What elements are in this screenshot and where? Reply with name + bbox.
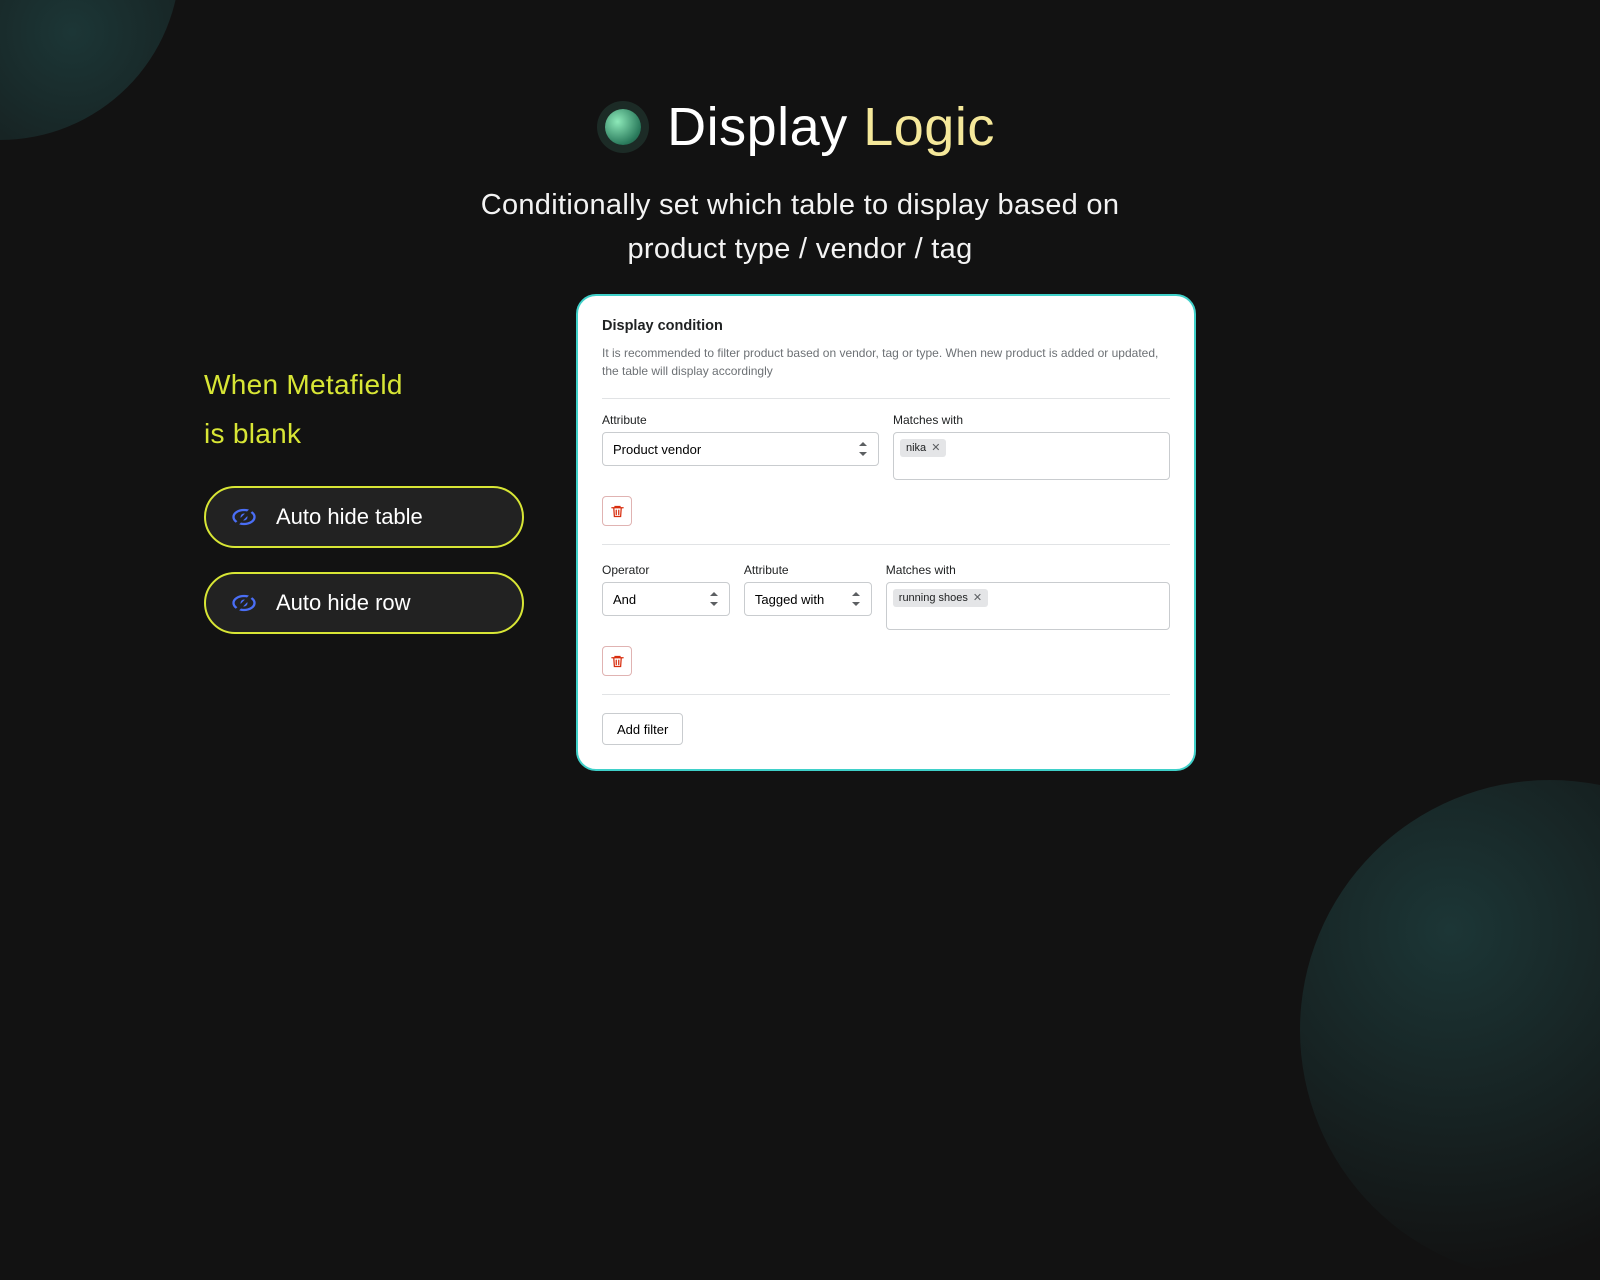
tag-chip: running shoes ✕: [893, 589, 988, 607]
brand-dot-icon: [605, 109, 641, 145]
attribute-select[interactable]: Product vendor: [602, 432, 879, 466]
hero-section: Display Logic Conditionally set which ta…: [0, 96, 1600, 271]
display-condition-panel: Display condition It is recommended to f…: [576, 294, 1196, 771]
divider: [602, 398, 1170, 399]
page-title: Display Logic: [605, 96, 995, 158]
close-icon[interactable]: ✕: [973, 593, 982, 604]
matches-input[interactable]: nika ✕: [893, 432, 1170, 480]
auto-hide-table-button[interactable]: Auto hide table: [204, 486, 524, 548]
matches-label: Matches with: [886, 563, 1170, 577]
close-icon[interactable]: ✕: [931, 443, 940, 454]
tag-chip: nika ✕: [900, 439, 946, 457]
pill-label: Auto hide row: [276, 590, 411, 616]
add-filter-button[interactable]: Add filter: [602, 713, 683, 745]
matches-label: Matches with: [893, 413, 1170, 427]
divider: [602, 544, 1170, 545]
title-accent: Logic: [863, 97, 995, 157]
trash-icon: [610, 504, 625, 519]
filter-row: Attribute Product vendor Matches with ni…: [602, 413, 1170, 480]
filter-row: Operator And Attribute Tagged with Match…: [602, 563, 1170, 630]
eye-off-icon: [230, 503, 258, 531]
operator-label: Operator: [602, 563, 730, 577]
trash-icon: [610, 654, 625, 669]
panel-title: Display condition: [602, 318, 1170, 334]
eye-off-icon: [230, 589, 258, 617]
page-subtitle: Conditionally set which table to display…: [0, 184, 1600, 271]
operator-select[interactable]: And: [602, 582, 730, 616]
panel-description: It is recommended to filter product base…: [602, 344, 1170, 380]
matches-input[interactable]: running shoes ✕: [886, 582, 1170, 630]
pill-label: Auto hide table: [276, 504, 423, 530]
attribute-select[interactable]: Tagged with: [744, 582, 872, 616]
decorative-circle-bottom-right: [1300, 780, 1600, 1280]
attribute-label: Attribute: [602, 413, 879, 427]
attribute-label: Attribute: [744, 563, 872, 577]
metafield-sidebar: When Metafield is blank Auto hide table …: [204, 360, 524, 658]
auto-hide-row-button[interactable]: Auto hide row: [204, 572, 524, 634]
title-prefix: Display: [667, 97, 848, 157]
divider: [602, 694, 1170, 695]
sidebar-heading: When Metafield is blank: [204, 360, 524, 458]
delete-filter-button[interactable]: [602, 496, 632, 526]
delete-filter-button[interactable]: [602, 646, 632, 676]
tag-text: running shoes: [899, 592, 968, 604]
tag-text: nika: [906, 442, 926, 454]
